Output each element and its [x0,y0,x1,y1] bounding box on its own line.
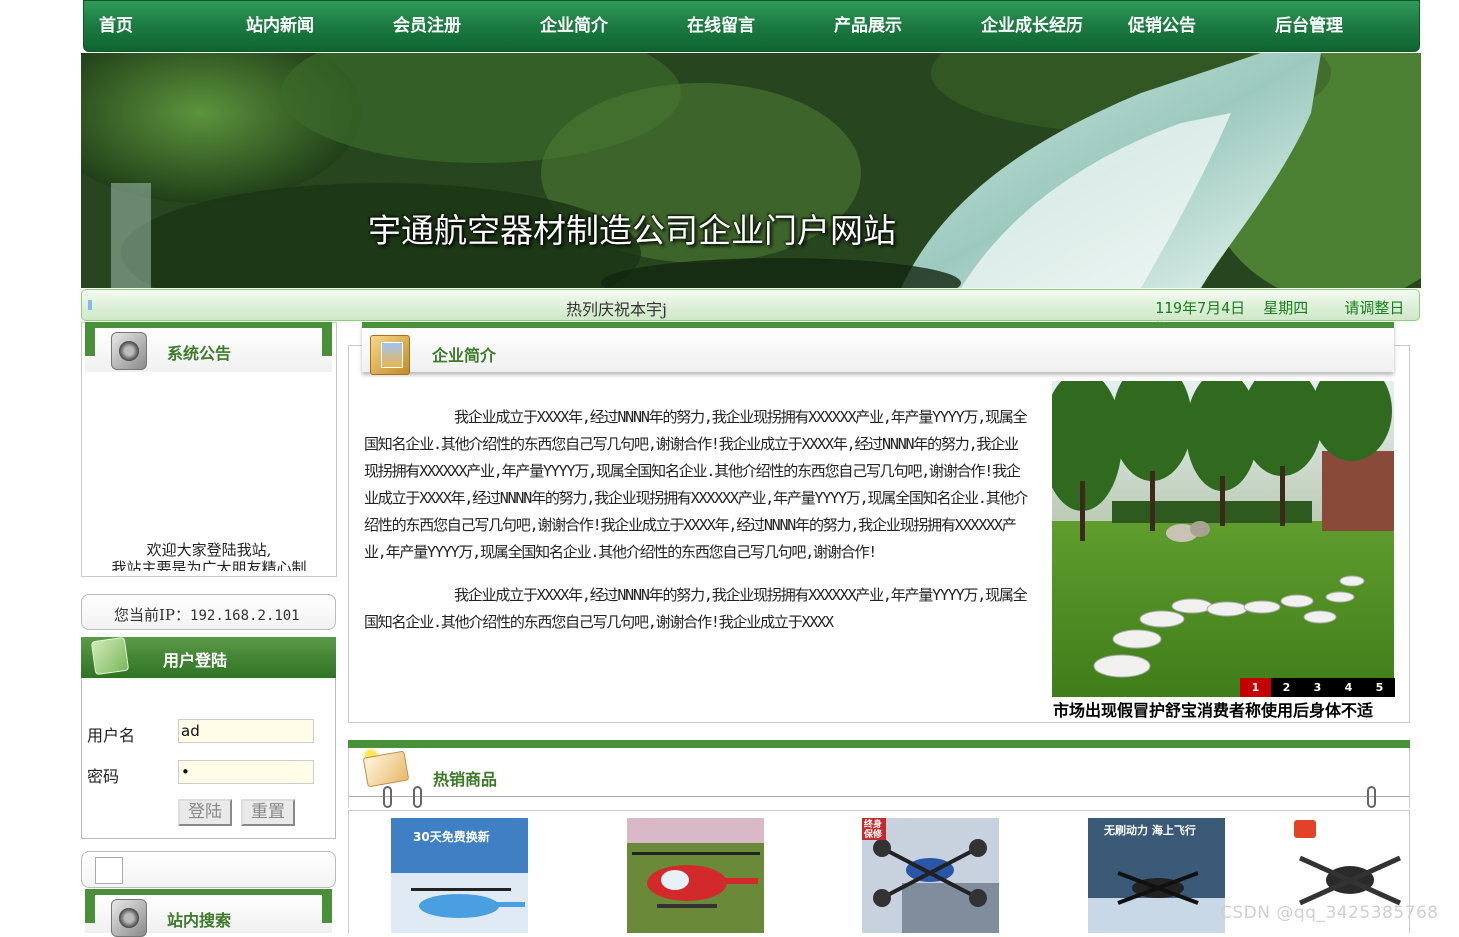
product-1-slogan: 30天免费换新 [413,830,490,844]
picture-icon [90,636,130,676]
top-navigation: 首页 站内新闻 会员注册 企业简介 在线留言 产品展示 企业成长经历 促销公告 … [83,0,1420,52]
book-icon [362,750,410,788]
nav-promotions[interactable]: 促销公告 [1128,11,1196,36]
nav-history[interactable]: 企业成长经历 [981,11,1083,36]
slide-button-3[interactable]: 3 [1302,678,1333,697]
site-title: 宇通航空器材制造公司企业门户网站 [368,211,896,250]
reset-button[interactable]: 重置 [241,799,295,826]
clip-icon [383,786,392,808]
slide-caption[interactable]: 市场出现假冒护舒宝消费者称使用后身体不适 [1053,697,1373,721]
ip-box: 您当前IP：192.168.2.101 [81,594,336,630]
ip-display: 您当前IP：192.168.2.101 [114,604,300,625]
scrolling-notice: 热列庆祝本宇j [566,300,667,319]
notice-scroll-text: 欢迎大家登陆我站, 我站主要是为广大朋友精心制 [82,541,336,571]
hot-products-header: 热销商品 [348,748,1410,808]
system-notice-title: 系统公告 [167,344,232,363]
site-search-header: 站内搜索 [85,889,332,937]
slide-button-1[interactable]: 1 [1240,678,1271,697]
hot-products-bar [348,740,1410,748]
notice-line-2: 我站主要是为广大朋友精心制 [111,559,307,571]
banner: 宇通航空器材制造公司企业门户网站 [81,53,1421,288]
intro-paragraph-2: 我企业成立于XXXX年,经过NNNN年的努力,我企业现拐拥有XXXXXX产业,年… [364,586,1028,631]
product-item-4[interactable]: 无刷动力 海上飞行 [1088,818,1225,933]
csdn-watermark: CSDN @qq_3425385768 [1220,903,1439,923]
nav-register[interactable]: 会员注册 [393,11,461,36]
marquee-bar: 热列庆祝本宇j 119年7月4日 星期四 请调整日期! [81,289,1420,338]
ip-value: 192.168.2.101 [190,608,300,624]
washing-machine-icon [111,332,147,370]
nav-admin[interactable]: 后台管理 [1275,11,1343,36]
header-divider [349,796,1409,797]
waterfall-image [81,53,1421,288]
search-input-box [81,851,336,888]
date-text: 119年7月4日 [1155,299,1246,317]
nav-message[interactable]: 在线留言 [687,11,755,36]
nav-news[interactable]: 站内新闻 [246,11,314,36]
search-input[interactable] [95,857,123,884]
product-4-slogan: 无刷动力 海上飞行 [1104,824,1196,837]
hot-products-title: 热销商品 [433,770,498,789]
washing-machine-icon [111,899,147,937]
login-form: 用户名 密码 • 登陆 重置 [81,678,336,839]
intro-title: 企业简介 [432,346,497,365]
clip-icon [413,786,422,808]
photo-album-icon [370,335,410,375]
system-notice-header: 系统公告 [85,322,332,372]
product-item-2[interactable] [627,818,764,933]
intro-paragraph-1: 我企业成立于XXXX年,经过NNNN年的努力,我企业现拐拥有XXXXXX产业,年… [364,408,1028,561]
login-button[interactable]: 登陆 [178,799,232,826]
ip-label: 您当前IP： [114,606,191,624]
product-3-badge: 终身保修 [864,820,883,840]
product-item-1[interactable]: 30天免费换新 [391,818,528,933]
slide-button-2[interactable]: 2 [1271,678,1302,697]
red-helicopter-image [627,818,764,933]
intro-header: 企业简介 [362,322,1394,375]
slideshow-pager: 1 2 3 4 5 [1240,678,1395,697]
username-input[interactable] [178,719,314,743]
park-image [1052,381,1394,697]
password-label: 密码 [87,767,120,786]
nav-intro[interactable]: 企业简介 [540,11,608,36]
login-header: 用户登陆 [81,636,336,678]
slide-button-5[interactable]: 5 [1364,678,1395,697]
password-input[interactable]: • [178,760,314,784]
login-title: 用户登陆 [163,651,228,670]
username-label: 用户名 [87,726,136,745]
weekday-text: 星期四 [1263,299,1309,317]
clip-icon [1367,786,1376,808]
nav-products[interactable]: 产品展示 [834,11,902,36]
marquee-marker-icon [88,300,92,310]
news-photo[interactable] [1052,381,1394,697]
nav-home[interactable]: 首页 [99,11,133,36]
product-item-3[interactable]: 终身保修 [862,818,999,933]
slide-button-4[interactable]: 4 [1333,678,1364,697]
notice-line-1: 欢迎大家登陆我站, [146,541,272,559]
site-search-title: 站内搜索 [167,911,232,930]
intro-text: 我企业成立于XXXX年,经过NNNN年的努力,我企业现拐拥有XXXXXX产业,年… [364,404,1028,652]
